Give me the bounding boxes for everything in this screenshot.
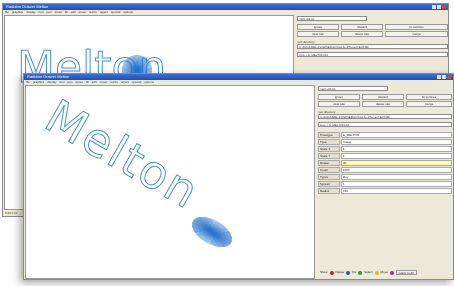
file-field[interactable]: melt.v01.txt — [297, 16, 367, 21]
directory-field[interactable]: C:\DOCUME~1\OWNER\LOCALS~1\Temp\TEXTMF — [297, 44, 448, 49]
prop-label: Scale X — [318, 146, 340, 152]
fix-vertices-button[interactable]: fix vertices — [406, 94, 452, 100]
merge-button[interactable]: merge — [385, 31, 448, 37]
purple-dot-icon[interactable] — [389, 270, 394, 275]
burst-graphic — [191, 216, 233, 248]
prop-value[interactable]: Ray — [341, 174, 452, 180]
prop-value[interactable]: 1000 — [341, 167, 452, 173]
prop-label: Scale Y — [318, 153, 340, 159]
prop-label: Type — [318, 139, 340, 145]
prop-label: Spread — [318, 181, 340, 187]
status-bar: 0.00 0.00 — [5, 211, 18, 215]
view-rule-button[interactable]: view rule — [297, 31, 339, 37]
discard-button[interactable]: discard — [362, 94, 404, 100]
prop-label: Count — [318, 167, 340, 173]
delete-rule-button[interactable]: delete rule — [362, 101, 404, 107]
minimize-icon[interactable] — [437, 75, 441, 79]
prop-value[interactable]: 30 — [341, 160, 452, 166]
close-icon[interactable] — [447, 75, 451, 79]
legend-label: Show — [320, 270, 328, 274]
prop-label: Rotate — [318, 160, 340, 166]
prop-value[interactable]: Image — [341, 139, 452, 145]
prop-label: Types — [318, 174, 340, 180]
yellow-dot-icon[interactable] — [374, 270, 379, 275]
green-dot-icon[interactable] — [358, 270, 363, 275]
fix-vertices-button[interactable]: fix vertices — [385, 24, 448, 30]
legend-bar: Show Delete Fix Select Move Apply to All — [320, 270, 417, 275]
legend-label: Move — [380, 270, 388, 274]
discard-button[interactable]: discard — [341, 24, 383, 30]
melton-logo-text: Melton — [37, 89, 210, 220]
file-field[interactable]: melt.v01.txt — [318, 86, 388, 91]
prop-value[interactable]: 150 — [341, 188, 452, 194]
ignore-button[interactable]: ignore — [318, 94, 360, 100]
prop-label: Prototype — [318, 132, 340, 138]
prop-value[interactable]: 1 — [341, 181, 452, 187]
prop-value[interactable]: E_MELTON — [341, 132, 452, 138]
properties-panel: melt.v01.txt ignore discard fix vertices… — [318, 85, 452, 278]
window-controls — [437, 75, 451, 79]
view-rule-button[interactable]: view rule — [318, 101, 360, 107]
merge-button[interactable]: merge — [406, 101, 452, 107]
red-dot-icon[interactable] — [329, 270, 334, 275]
window-controls — [432, 5, 446, 9]
prop-value[interactable]: 1 — [341, 153, 452, 159]
legend-label: Delete — [335, 270, 345, 274]
ignore-button[interactable]: ignore — [297, 24, 339, 30]
delete-rule-button[interactable]: delete rule — [341, 31, 383, 37]
blue-dot-icon[interactable] — [346, 270, 351, 275]
maximize-icon[interactable] — [442, 75, 446, 79]
prop-value[interactable]: 1 — [341, 146, 452, 152]
close-icon[interactable] — [442, 5, 446, 9]
prop-label: Radius — [318, 188, 340, 194]
maximize-icon[interactable] — [437, 5, 441, 9]
directory-field[interactable]: C:\DOCUME~1\OWNER\LOCALS~1\Temp\TEXTMF — [318, 114, 452, 119]
apply-all-button[interactable]: Apply to All — [395, 270, 417, 275]
canvas-drawing: Melton — [36, 88, 233, 248]
minimize-icon[interactable] — [432, 5, 436, 9]
legend-label: Select — [364, 270, 373, 274]
path-field[interactable]: Line = 0_MELTON.fld — [297, 52, 448, 57]
drawing-canvas[interactable]: Melton — [25, 85, 315, 279]
path-field[interactable]: Line = 0_MELTON.fld — [318, 122, 452, 127]
legend-label: Fix — [352, 270, 357, 274]
front-window: Radiator Drawer Melton file graphics dis… — [23, 73, 454, 280]
